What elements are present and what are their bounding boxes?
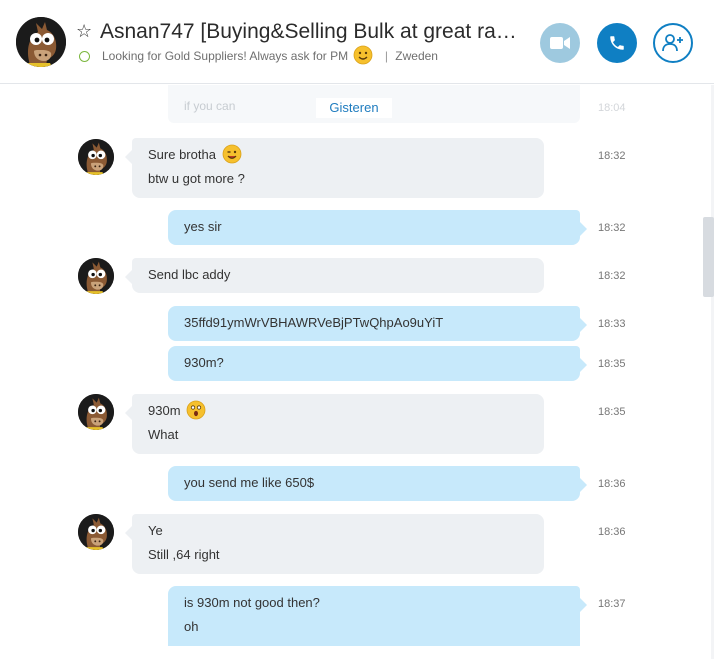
date-separator: Gisteren <box>316 98 392 118</box>
message-text: oh <box>184 619 199 634</box>
add-people-button[interactable] <box>653 23 693 63</box>
outgoing-message[interactable]: you send me like 650$ <box>168 466 587 501</box>
sender-avatar[interactable] <box>78 258 114 294</box>
presence-status-icon <box>79 51 90 62</box>
previous-message-time: 18:04 <box>598 102 626 114</box>
message-text: yes sir <box>184 219 222 234</box>
contact-name[interactable]: Asnan747 [Buying&Selling Bulk at great r… <box>100 18 520 46</box>
wink-emoji-icon <box>222 144 241 164</box>
message-text: 930m? <box>184 355 224 370</box>
surprised-emoji-icon <box>186 400 206 420</box>
message-time: 18:36 <box>598 478 626 490</box>
message-text: btw u got more ? <box>148 171 245 186</box>
outgoing-message[interactable]: 35ffd91ymWrVBHAWRVeBjPTwQhpAo9uYiT <box>168 306 587 341</box>
message-text: Still ,64 right <box>148 547 220 562</box>
message-time: 18:35 <box>598 358 626 370</box>
outgoing-message[interactable]: 930m? <box>168 346 587 381</box>
message-time: 18:32 <box>598 222 626 234</box>
scrollbar-thumb[interactable] <box>703 217 714 297</box>
incoming-message[interactable]: 930m What <box>125 394 544 454</box>
phone-icon <box>610 36 624 50</box>
incoming-message[interactable]: Sure brotha btw u got more ? <box>125 138 544 198</box>
message-time: 18:37 <box>598 598 626 610</box>
message-list[interactable]: if you can 18:04 Gisteren Sure brotha bt… <box>0 85 714 659</box>
previous-message-text: if you can <box>184 99 236 113</box>
message-time: 18:35 <box>598 406 626 418</box>
audio-call-button[interactable] <box>597 23 637 63</box>
smile-emoji-icon <box>354 45 373 65</box>
message-text: 930m <box>148 403 181 418</box>
message-text: Sure brotha <box>148 147 216 162</box>
message-text: is 930m not good then? <box>184 595 320 610</box>
sender-avatar[interactable] <box>78 394 114 430</box>
message-text: What <box>148 427 179 442</box>
mood-message: Looking for Gold Suppliers! Always ask f… <box>102 45 438 65</box>
contact-avatar[interactable] <box>16 17 66 67</box>
message-time: 18:32 <box>598 270 626 282</box>
sender-avatar[interactable] <box>78 139 114 175</box>
mood-separator: | <box>384 49 388 63</box>
message-text: Ye <box>148 523 163 538</box>
conversation-header: ☆ Asnan747 [Buying&Selling Bulk at great… <box>0 0 714 84</box>
mood-text: Looking for Gold Suppliers! Always ask f… <box>102 49 349 63</box>
add-contact-icon <box>662 34 683 52</box>
sender-avatar[interactable] <box>78 514 114 550</box>
incoming-message[interactable]: Ye Still ,64 right <box>125 514 544 574</box>
message-time: 18:36 <box>598 526 626 538</box>
video-camera-icon <box>550 37 570 49</box>
message-text: 35ffd91ymWrVBHAWRVeBjPTwQhpAo9uYiT <box>184 315 444 330</box>
video-call-button[interactable] <box>540 23 580 63</box>
message-time: 18:32 <box>598 150 626 162</box>
contact-location: Zweden <box>395 49 438 63</box>
outgoing-message[interactable]: is 930m not good then? oh <box>168 586 587 646</box>
incoming-message[interactable]: Send lbc addy <box>125 258 544 293</box>
favorite-star-icon[interactable]: ☆ <box>76 20 92 42</box>
message-text: you send me like 650$ <box>184 475 315 490</box>
message-text: Send lbc addy <box>148 267 231 282</box>
message-time: 18:33 <box>598 318 626 330</box>
outgoing-message[interactable]: yes sir <box>168 210 587 245</box>
chat-window: ☆ Asnan747 [Buying&Selling Bulk at great… <box>0 0 714 659</box>
